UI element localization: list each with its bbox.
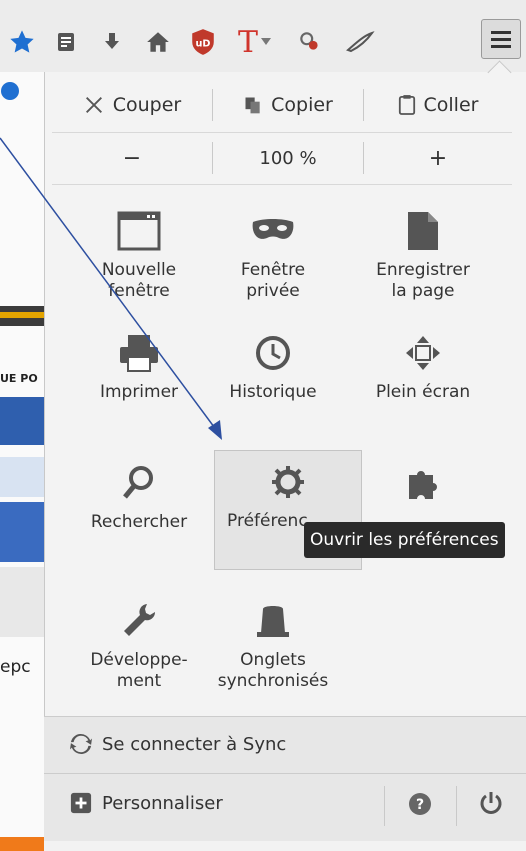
copy-label: Copier (271, 94, 333, 116)
help-button[interactable]: ? (408, 792, 432, 820)
page-heading-fragment: UE PO (0, 372, 38, 385)
divider (52, 184, 512, 185)
save-page-label: Enregistrer (376, 260, 470, 280)
clock-icon (256, 336, 290, 370)
window-icon (117, 211, 161, 251)
zoom-controls: − 100 % + (52, 136, 512, 180)
copy-icon (245, 97, 260, 114)
tooltip: Ouvrir les préférences (304, 522, 505, 558)
page-banner (0, 837, 44, 851)
page-icon (408, 212, 438, 250)
print-label: Imprimer (99, 382, 179, 402)
bookmark-star-icon[interactable] (2, 22, 42, 62)
dropdown-caret-icon[interactable] (256, 22, 276, 62)
svg-text:?: ? (416, 797, 424, 813)
divider (384, 786, 385, 826)
save-page-button[interactable]: Enregistrer la page (358, 200, 488, 312)
customize-plus-icon (70, 792, 92, 814)
cut-button[interactable]: Couper (52, 80, 212, 130)
developer-button[interactable]: Développe-ment (74, 590, 204, 702)
mask-icon (252, 219, 294, 239)
customize-label: Personnaliser (102, 792, 223, 814)
customize-button[interactable]: Personnaliser (70, 792, 223, 814)
save-page-label: la page (391, 281, 455, 301)
page-image (0, 502, 44, 562)
developer-label: ment (116, 671, 162, 691)
copy-button[interactable]: Copier (213, 80, 363, 130)
edit-controls: Couper Copier Coller (52, 80, 512, 130)
browser-favicon (1, 82, 19, 100)
synced-tabs-icon (257, 606, 289, 637)
t-addon-label: T (237, 24, 258, 60)
extension-icon[interactable] (290, 22, 330, 62)
sync-row[interactable]: Se connecter à Sync (44, 716, 526, 773)
synced-tabs-label: synchronisés (217, 671, 329, 691)
find-button[interactable]: Rechercher (74, 452, 204, 564)
power-icon (480, 792, 502, 814)
fullscreen-label: Plein écran (375, 382, 471, 402)
page-image (0, 457, 44, 497)
private-window-label: privée (246, 281, 300, 301)
history-button[interactable]: Historique (208, 322, 338, 434)
printer-icon (120, 335, 158, 372)
sync-label: Se connecter à Sync (102, 733, 287, 755)
ublock-icon[interactable]: uD (183, 22, 223, 62)
find-label: Rechercher (90, 512, 188, 532)
scissors-icon (85, 97, 102, 113)
svg-text:uD: uD (196, 38, 211, 49)
history-label: Historique (229, 382, 317, 402)
clipboard-icon (398, 95, 415, 115)
gear-icon (272, 466, 304, 498)
help-icon: ? (409, 793, 431, 815)
private-window-label: Fenêtre (240, 260, 306, 280)
new-window-label: fenêtre (108, 281, 170, 301)
new-window-button[interactable]: Nouvelle fenêtre (74, 200, 204, 312)
search-icon (123, 466, 153, 499)
paste-label: Coller (423, 94, 479, 116)
puzzle-piece-icon (409, 471, 437, 499)
new-window-label: Nouvelle (101, 260, 177, 280)
cut-label: Couper (112, 94, 182, 116)
browser-toolbar: uD T (0, 0, 526, 73)
zoom-reset-button[interactable]: 100 % (213, 136, 363, 180)
zoom-in-button[interactable]: + (364, 136, 512, 180)
private-window-button[interactable]: Fenêtre privée (208, 200, 338, 312)
background-page: UE PO epc (0, 72, 44, 851)
synced-tabs-button[interactable]: Onglets synchronisés (208, 590, 338, 702)
preferences-label: Préférences (227, 511, 307, 531)
home-icon[interactable] (138, 22, 178, 62)
divider (52, 132, 512, 133)
feather-icon[interactable] (340, 22, 380, 62)
page-banner-accent (0, 312, 44, 318)
footer-bar: Personnaliser ? (44, 773, 526, 841)
sync-icon (70, 734, 92, 754)
wrench-icon (124, 604, 156, 636)
developer-label: Développe- (90, 650, 188, 670)
hamburger-menu-icon (491, 31, 511, 48)
zoom-out-button[interactable]: − (52, 136, 212, 180)
quit-button[interactable] (478, 790, 504, 820)
divider (456, 786, 457, 826)
page-image (0, 567, 44, 637)
fullscreen-button[interactable]: Plein écran (358, 322, 488, 434)
download-icon[interactable] (92, 22, 132, 62)
hamburger-menu-button[interactable] (481, 19, 521, 59)
page-text-fragment: epc (0, 657, 31, 677)
synced-tabs-label: Onglets (240, 650, 306, 670)
paste-button[interactable]: Coller (364, 80, 512, 130)
reading-list-icon[interactable] (46, 22, 86, 62)
fullscreen-arrows-icon (406, 336, 440, 370)
print-button[interactable]: Imprimer (74, 322, 204, 434)
page-image (0, 397, 44, 445)
